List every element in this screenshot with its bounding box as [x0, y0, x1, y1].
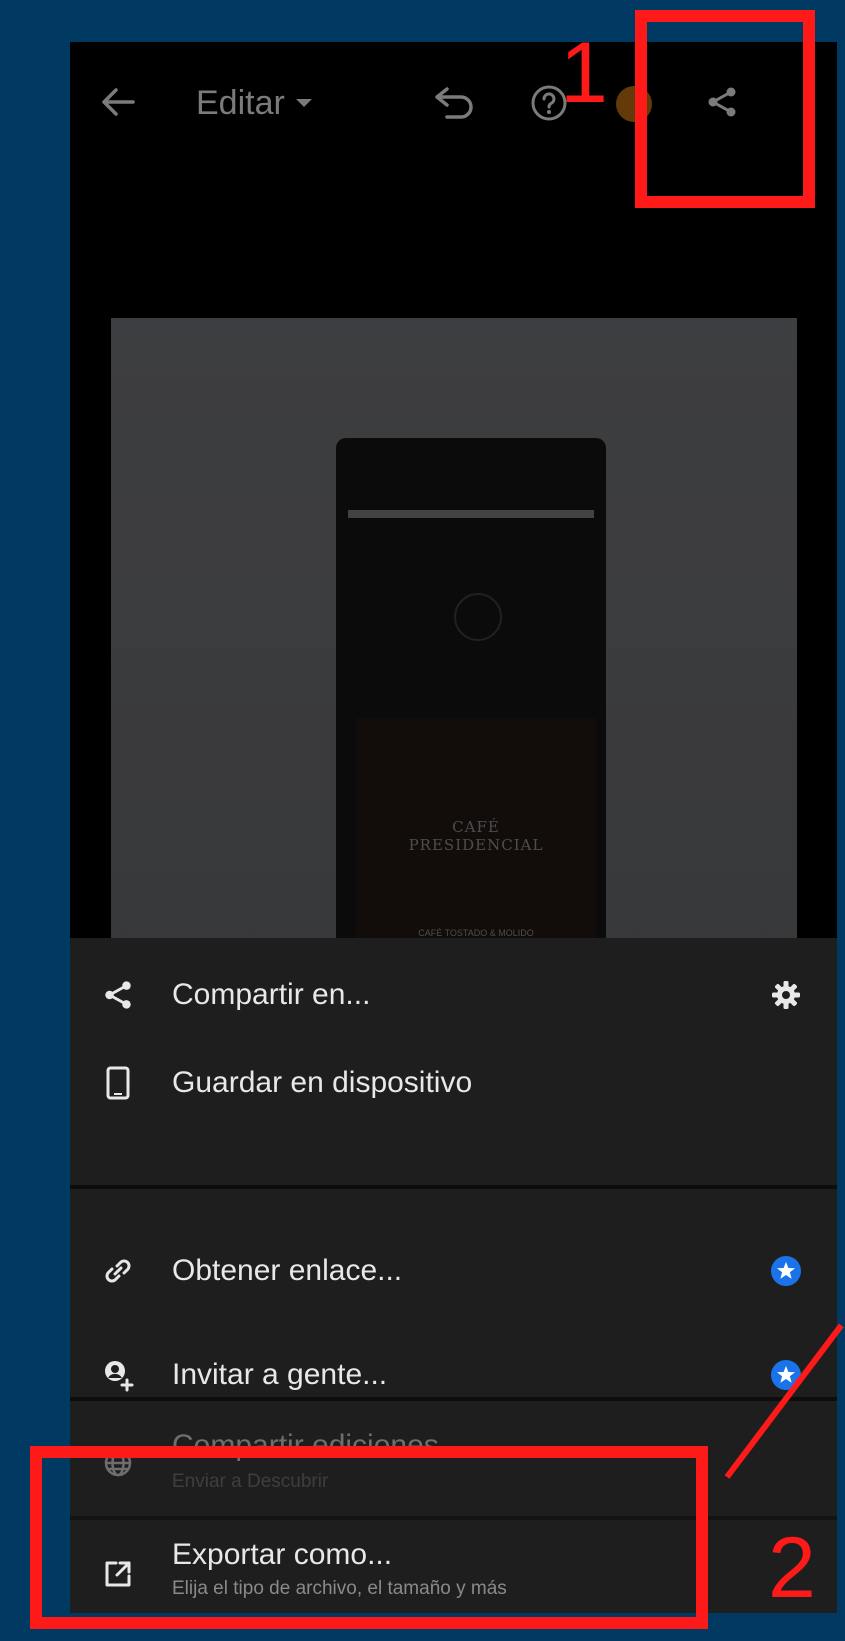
annotation-number-2: 2: [768, 1520, 816, 1616]
add-person-icon: [100, 1357, 136, 1393]
app-screen: Editar CAFÉ PRESIDENCIAL CAFÉ TOSTADO & …: [70, 42, 837, 1613]
phone-icon: [100, 1065, 136, 1101]
section-divider: [70, 1397, 837, 1401]
share-icon: [100, 977, 136, 1013]
invite-people-item[interactable]: Invitar a gente...: [70, 1348, 837, 1402]
gear-icon[interactable]: [769, 978, 803, 1012]
annotation-box-2: [30, 1446, 708, 1629]
get-link-label: Obtener enlace...: [172, 1254, 403, 1287]
annotation-box-1: [635, 10, 815, 208]
share-to-item[interactable]: Compartir en...: [70, 968, 837, 1022]
section-divider: [70, 1185, 837, 1189]
premium-star-icon: [769, 1254, 803, 1288]
get-link-item[interactable]: Obtener enlace...: [70, 1244, 837, 1298]
save-to-device-item[interactable]: Guardar en dispositivo: [70, 1056, 837, 1110]
annotation-number-1: 1: [560, 25, 608, 121]
invite-people-label: Invitar a gente...: [172, 1358, 388, 1391]
save-to-device-label: Guardar en dispositivo: [172, 1066, 473, 1099]
link-icon: [100, 1253, 136, 1289]
share-to-label: Compartir en...: [172, 978, 371, 1011]
